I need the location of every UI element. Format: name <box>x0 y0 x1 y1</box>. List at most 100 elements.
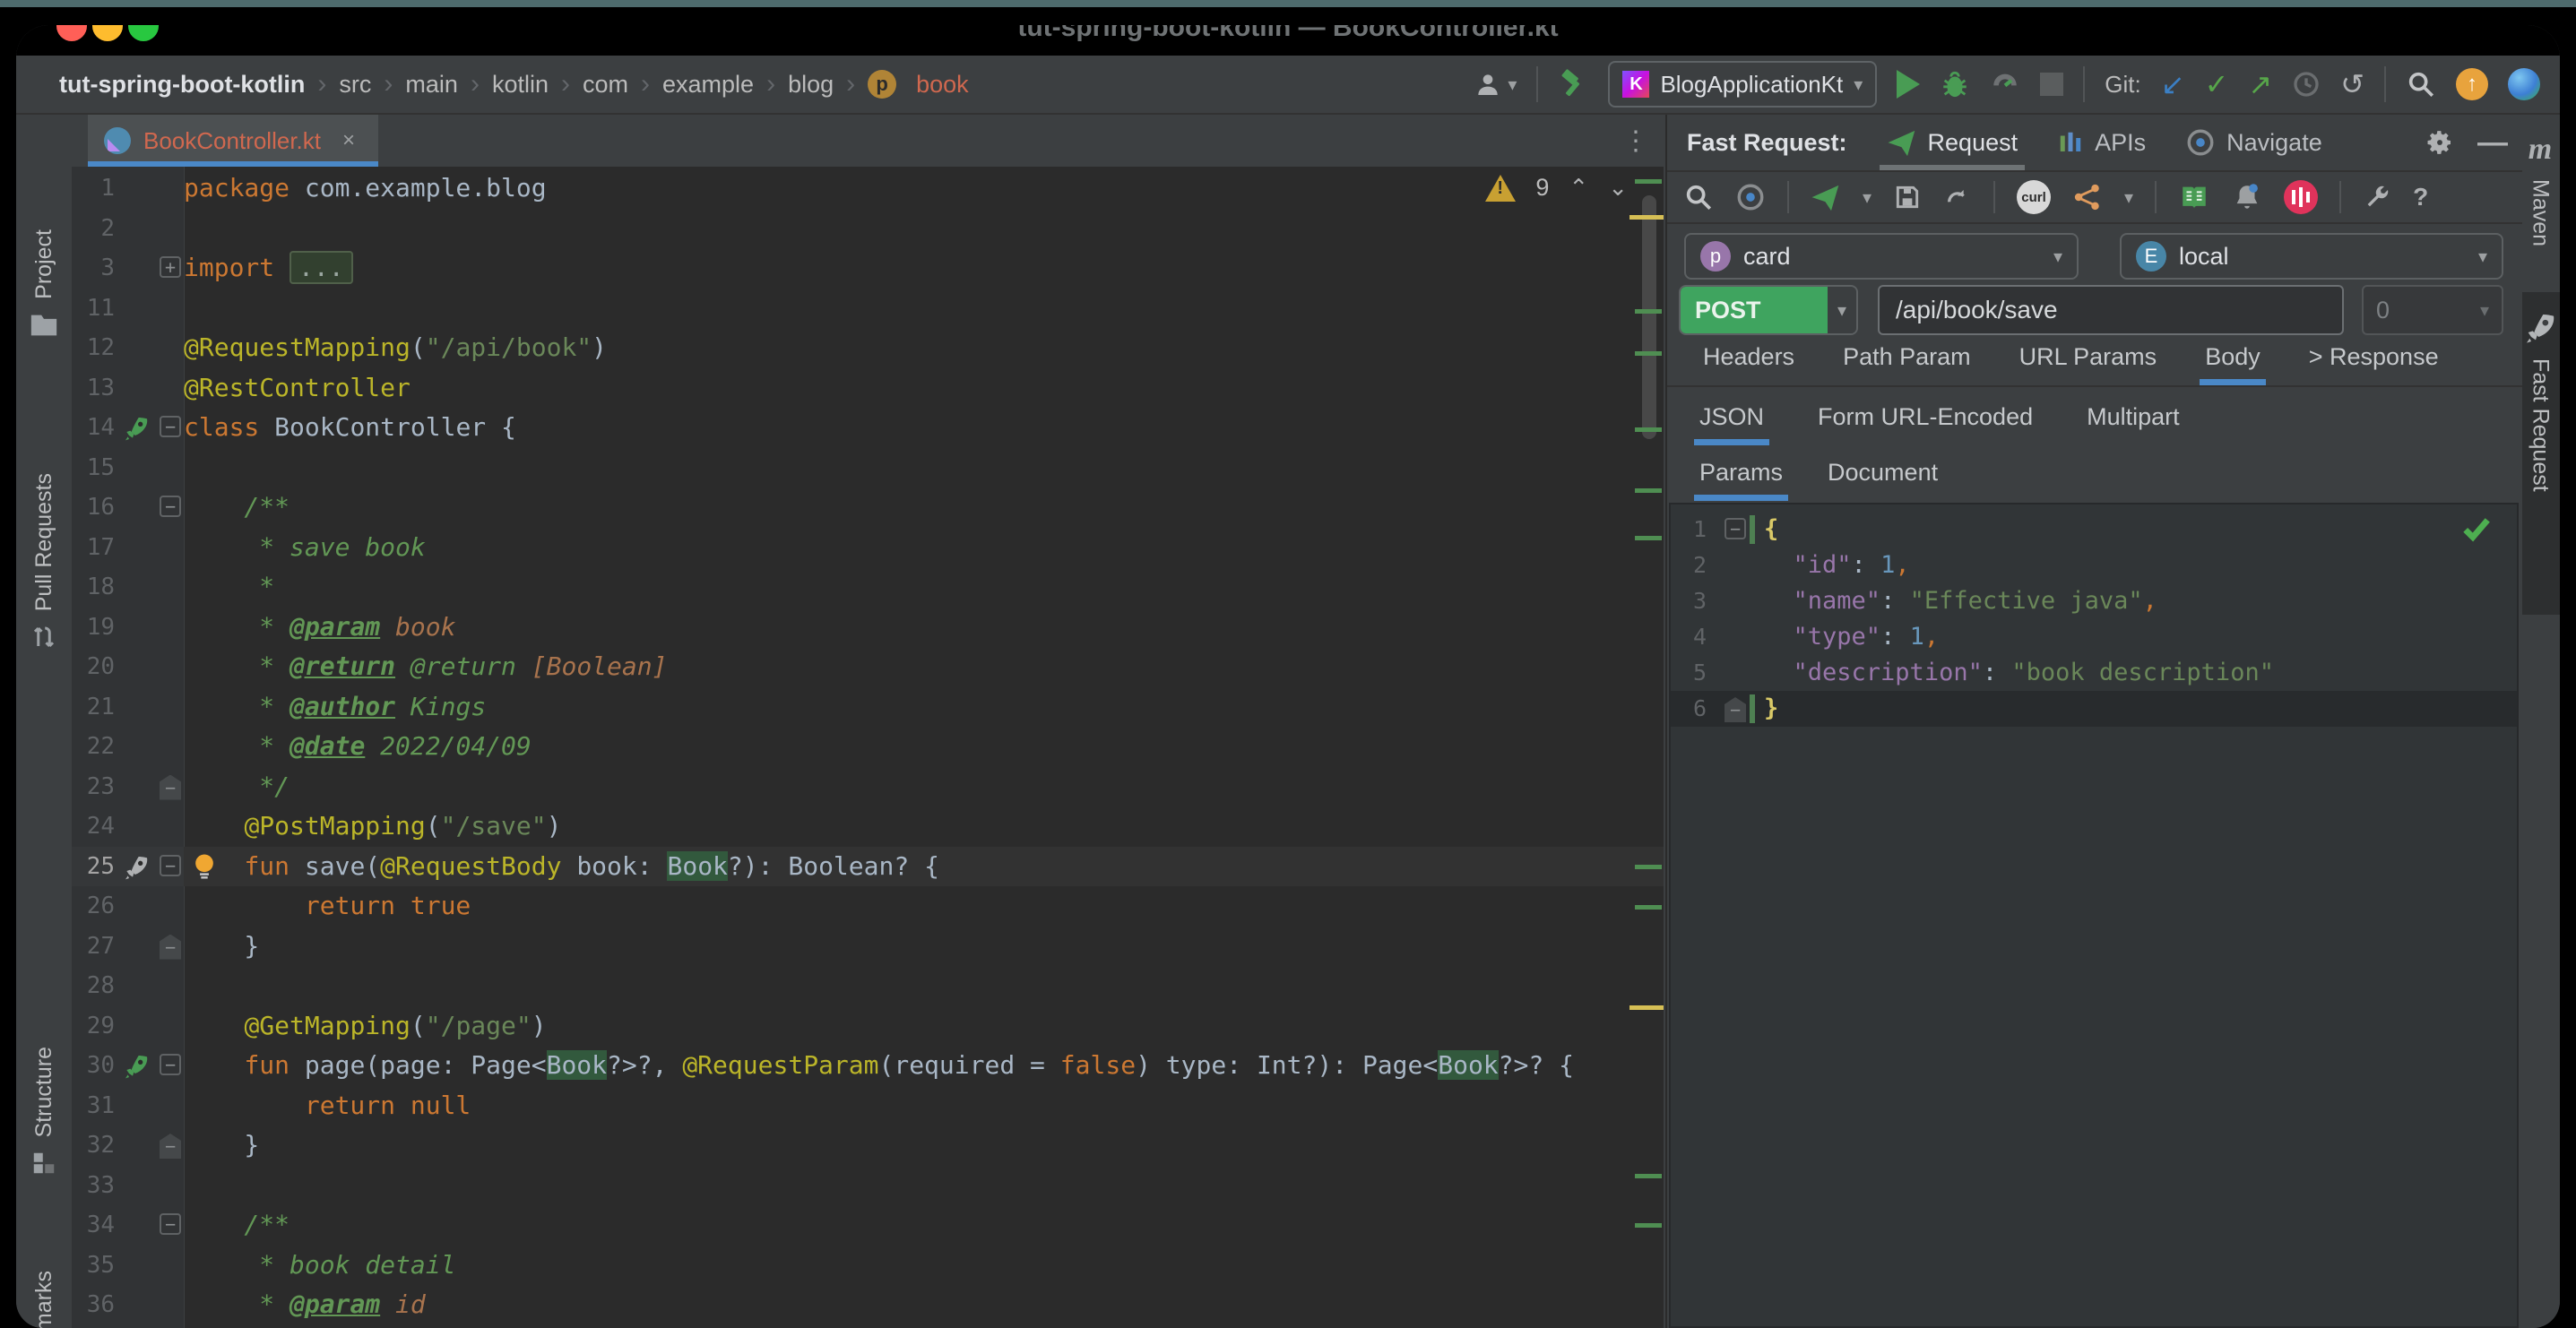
git-update-icon[interactable]: ↙ <box>2161 70 2185 99</box>
code-line[interactable]: 3+import ... <box>72 248 1664 289</box>
code-line[interactable]: 31 return null <box>72 1086 1664 1126</box>
code-line[interactable]: 2 <box>72 209 1664 249</box>
count-select[interactable]: 0 ▾ <box>2362 285 2503 335</box>
change-stripe-mark[interactable] <box>1635 536 1662 540</box>
json-line[interactable]: 2 "id": 1, <box>1671 548 2517 583</box>
help-icon[interactable]: ? <box>2413 183 2428 211</box>
code-line[interactable]: 22 * @date 2022/04/09 <box>72 727 1664 767</box>
update-badge-icon[interactable]: ↑ <box>2456 68 2488 100</box>
change-stripe-mark[interactable] <box>1635 488 1662 493</box>
code-line[interactable]: 33 <box>72 1166 1664 1206</box>
code-line[interactable]: 32− } <box>72 1125 1664 1166</box>
change-stripe-mark[interactable] <box>1635 179 1662 184</box>
fold-marker-icon[interactable]: − <box>160 496 181 517</box>
change-stripe-mark[interactable] <box>1635 1174 1662 1178</box>
breadcrumb-item[interactable]: com <box>583 71 628 99</box>
code-line[interactable]: 1package com.example.blog <box>72 168 1664 209</box>
change-stripe-mark[interactable] <box>1635 427 1662 432</box>
curl-icon[interactable]: curl <box>2017 180 2051 214</box>
dropdown-arrow-icon[interactable]: ▾ <box>2124 186 2133 209</box>
dropdown-arrow-icon[interactable]: ▾ <box>1863 186 1871 209</box>
history-icon[interactable] <box>2292 70 2321 99</box>
breadcrumb-item[interactable]: blog <box>788 71 834 99</box>
code-line[interactable]: 34− /** <box>72 1205 1664 1246</box>
rest-endpoint-rocket-icon[interactable] <box>122 853 151 882</box>
search-everywhere-icon[interactable] <box>2406 69 2436 99</box>
panel-tab-apis[interactable]: APIs <box>2057 115 2146 170</box>
code-line[interactable]: 26 return true <box>72 886 1664 927</box>
close-tab-icon[interactable]: × <box>342 128 355 153</box>
change-stripe-mark[interactable] <box>1635 865 1662 869</box>
tool-stripe-bookmarks[interactable]: Bookmarks <box>16 1271 72 1328</box>
code-line[interactable]: 12@RequestMapping("/api/book") <box>72 328 1664 368</box>
code-line[interactable]: 20 * @return @return [Boolean] <box>72 647 1664 687</box>
hide-panel-icon[interactable]: — <box>2477 125 2508 160</box>
code-line[interactable]: 36 * @param id <box>72 1285 1664 1325</box>
code-line[interactable]: 24 @PostMapping("/save") <box>72 806 1664 847</box>
code-line[interactable]: 17 * save book <box>72 528 1664 568</box>
tab-bookcontroller[interactable]: BookController.kt × <box>88 115 378 167</box>
change-stripe-mark[interactable] <box>1635 905 1662 910</box>
json-line[interactable]: 6−} <box>1671 691 2517 727</box>
gradient-sphere-icon[interactable] <box>2508 68 2540 100</box>
breadcrumb-item[interactable]: tut-spring-boot-kotlin <box>59 71 305 99</box>
breadcrumb-item[interactable]: kotlin <box>492 71 549 99</box>
inspections-widget[interactable]: 9 ⌃ ⌄ <box>1485 174 1628 202</box>
toolbox-icon[interactable] <box>2284 180 2318 214</box>
redo-icon[interactable] <box>1943 183 1972 211</box>
fold-marker-icon[interactable]: − <box>160 416 181 437</box>
tab-headers[interactable]: Headers <box>1703 343 1794 385</box>
next-issue-icon[interactable]: ⌄ <box>1608 174 1628 202</box>
json-line[interactable]: 3 "name": "Effective java", <box>1671 583 2517 619</box>
stop-icon[interactable] <box>2040 73 2063 96</box>
breadcrumb-item[interactable]: book <box>916 71 969 99</box>
prev-issue-icon[interactable]: ⌃ <box>1569 174 1588 202</box>
code-line[interactable]: 35 * book detail <box>72 1246 1664 1286</box>
gear-icon[interactable] <box>2425 128 2454 157</box>
code-editor[interactable]: 1package com.example.blog23+import ...11… <box>72 167 1664 1328</box>
code-line[interactable]: 19 * @param book <box>72 608 1664 648</box>
code-line[interactable]: 21 * @author Kings <box>72 687 1664 728</box>
code-line[interactable]: 14−class BookController { <box>72 408 1664 448</box>
save-icon[interactable] <box>1893 183 1922 211</box>
url-input[interactable]: /api/book/save <box>1878 285 2344 335</box>
panel-tab-request[interactable]: Request <box>1887 115 2018 170</box>
panel-tab-navigate[interactable]: Navigate <box>2185 115 2322 170</box>
breadcrumb-item[interactable]: example <box>662 71 754 99</box>
environment-combo[interactable]: E local ▾ <box>2120 233 2503 280</box>
code-line[interactable]: 15 <box>72 448 1664 488</box>
target-icon[interactable] <box>1735 182 1766 212</box>
sub-tab-params[interactable]: Params <box>1699 459 1783 501</box>
json-body-editor[interactable]: 1−{2 "id": 1,3 "name": "Effective java",… <box>1669 503 2519 1328</box>
build-hammer-icon[interactable] <box>1558 69 1588 99</box>
tab--response[interactable]: > Response <box>2309 343 2439 385</box>
book-icon[interactable] <box>2178 182 2210 212</box>
change-stripe-mark[interactable] <box>1629 1005 1664 1010</box>
search-icon[interactable] <box>1683 182 1714 212</box>
user-icon[interactable]: ▾ <box>1474 70 1517 99</box>
method-select[interactable]: POST ▾ <box>1679 285 1858 335</box>
tool-stripe-structure[interactable]: Structure <box>16 1047 72 1262</box>
git-commit-icon[interactable]: ✓ <box>2205 70 2229 99</box>
tab-url-params[interactable]: URL Params <box>2019 343 2157 385</box>
sub-tab-document[interactable]: Document <box>1828 459 1938 501</box>
code-line[interactable]: 30− fun page(page: Page<Book?>?, @Reques… <box>72 1046 1664 1086</box>
change-stripe-mark[interactable] <box>1635 309 1662 314</box>
json-line[interactable]: 5 "description": "book description" <box>1671 655 2517 691</box>
json-line[interactable]: 4 "type": 1, <box>1671 619 2517 655</box>
tool-stripe-pull-requests[interactable]: Pull Requests <box>16 473 72 751</box>
fold-marker-icon[interactable]: + <box>160 256 181 278</box>
code-line[interactable]: 18 * <box>72 567 1664 608</box>
tool-stripe-project[interactable]: Project <box>16 229 72 435</box>
code-line[interactable]: 28 <box>72 966 1664 1006</box>
editor-scrollbar[interactable] <box>1642 195 1656 439</box>
code-line[interactable]: 23− */ <box>72 767 1664 807</box>
run-configuration-select[interactable]: K BlogApplicationKt ▾ <box>1608 61 1877 108</box>
body-tab-multipart[interactable]: Multipart <box>2087 403 2180 445</box>
fold-marker-icon[interactable]: − <box>1725 697 1746 722</box>
fold-marker-icon[interactable]: − <box>160 855 181 876</box>
rest-endpoint-rocket-icon[interactable] <box>122 1052 151 1081</box>
code-line[interactable]: 11 <box>72 289 1664 329</box>
git-push-icon[interactable]: ↗ <box>2248 70 2272 99</box>
code-line[interactable]: 29 @GetMapping("/page") <box>72 1006 1664 1047</box>
